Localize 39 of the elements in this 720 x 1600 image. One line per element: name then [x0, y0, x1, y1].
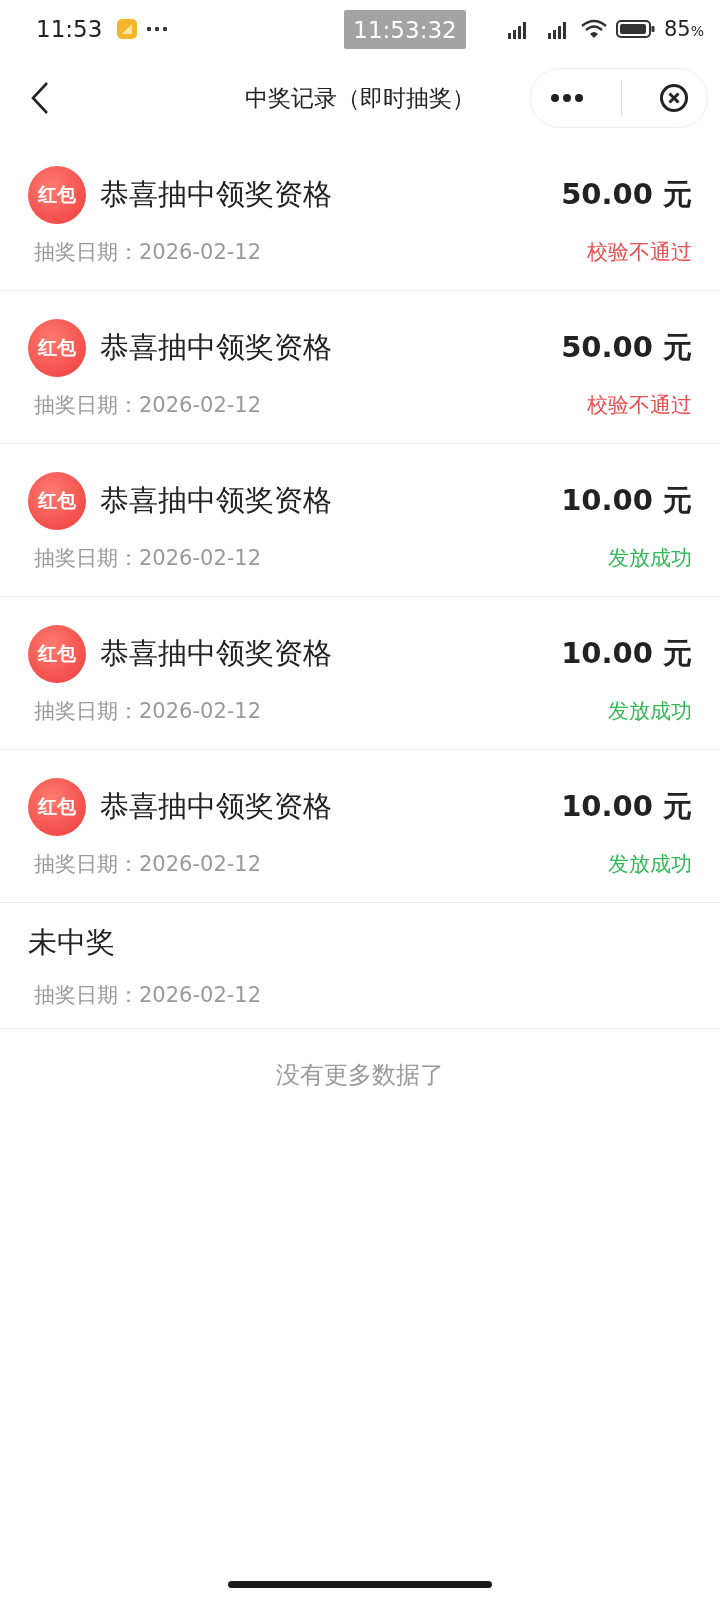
prize-badge: 红包: [28, 319, 86, 377]
record-status: 发放成功: [608, 698, 692, 725]
draw-date: 抽奖日期：2026-02-12: [34, 392, 262, 419]
clock-overlay: 11:53:32: [344, 10, 466, 49]
prize-badge: 红包: [28, 778, 86, 836]
battery-icon: [615, 19, 656, 39]
prize-amount: 10.00 元: [561, 482, 692, 519]
back-icon[interactable]: [30, 81, 50, 115]
battery-percent: 85%: [663, 17, 704, 41]
draw-date: 抽奖日期：2026-02-12: [34, 239, 262, 266]
record-title: 未中奖: [28, 923, 116, 961]
record-status: 校验不通过: [587, 392, 692, 419]
no-more-data-text: 没有更多数据了: [275, 1060, 445, 1091]
record-title: 恭喜抽中领奖资格: [100, 635, 333, 672]
prize-amount: 10.00 元: [561, 788, 692, 825]
prize-badge: 红包: [28, 166, 86, 224]
prize-badge: 红包: [28, 625, 86, 683]
record-title: 恭喜抽中领奖资格: [100, 788, 333, 825]
record-status: 发放成功: [608, 545, 692, 572]
more-icon[interactable]: [549, 93, 584, 103]
more-notifications-icon: [146, 26, 169, 32]
close-icon[interactable]: [658, 83, 689, 113]
prize-amount: 50.00 元: [561, 329, 692, 366]
prize-amount: 10.00 元: [561, 635, 692, 672]
app-notification-icon: [116, 18, 139, 40]
record-status: 发放成功: [608, 851, 692, 878]
prize-amount: 50.00 元: [561, 176, 692, 213]
draw-date: 抽奖日期：2026-02-12: [34, 698, 262, 725]
draw-date: 抽奖日期：2026-02-12: [33, 981, 263, 1009]
record-title: 恭喜抽中领奖资格: [100, 176, 333, 213]
record-status: 校验不通过: [587, 239, 692, 266]
page-title: 中奖记录（即时抽奖）: [244, 83, 476, 113]
record-title: 恭喜抽中领奖资格: [100, 329, 333, 366]
record-title: 恭喜抽中领奖资格: [100, 482, 333, 519]
prize-badge: 红包: [28, 472, 86, 530]
status-time: 11:53: [36, 16, 103, 42]
draw-date: 抽奖日期：2026-02-12: [34, 851, 262, 878]
draw-date: 抽奖日期：2026-02-12: [34, 545, 262, 572]
wifi-icon: [579, 18, 608, 40]
